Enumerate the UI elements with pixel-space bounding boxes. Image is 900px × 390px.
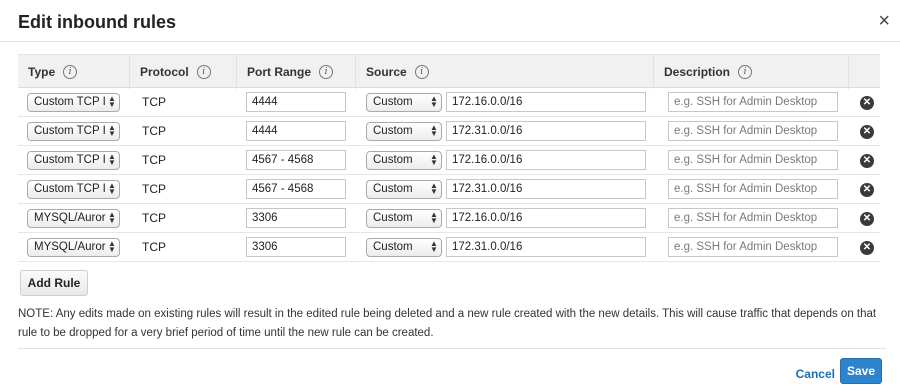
type-select-value: MYSQL/Auror bbox=[34, 241, 106, 253]
port-range-input[interactable]: 4567 - 4568 bbox=[246, 179, 346, 199]
type-select[interactable]: Custom TCP I ▲ ▼ bbox=[27, 151, 120, 170]
info-circle-icon[interactable]: i bbox=[319, 65, 334, 79]
source-type-select-value: Custom bbox=[373, 183, 413, 195]
info-circle-icon[interactable]: i bbox=[63, 65, 78, 79]
select-arrows-icon: ▲ ▼ bbox=[430, 239, 438, 254]
port-range-input[interactable]: 3306 bbox=[246, 237, 346, 257]
description-input[interactable]: e.g. SSH for Admin Desktop bbox=[668, 208, 838, 228]
info-circle-icon[interactable]: i bbox=[738, 65, 753, 79]
edit-warning-note: NOTE: Any edits made on existing rules w… bbox=[18, 308, 877, 339]
rule-row: Custom TCP I ▲ ▼ TCP 4444 Custom ▲ ▼ 172.31.0.0/… bbox=[18, 117, 880, 146]
modal-header: Edit inbound rules × bbox=[0, 0, 900, 42]
select-arrows-icon: ▲ ▼ bbox=[108, 123, 116, 138]
type-select[interactable]: Custom TCP I ▲ ▼ bbox=[27, 180, 120, 199]
source-type-select[interactable]: Custom ▲ ▼ bbox=[366, 93, 442, 112]
port-range-input[interactable]: 4567 - 4568 bbox=[246, 150, 346, 170]
column-header-port-range: Port Range i bbox=[236, 55, 355, 89]
type-select-value: MYSQL/Auror bbox=[34, 212, 106, 224]
port-range-input[interactable]: 3306 bbox=[246, 208, 346, 228]
select-arrows-icon: ▲ ▼ bbox=[430, 210, 438, 225]
description-input[interactable]: e.g. SSH for Admin Desktop bbox=[668, 121, 838, 141]
modal-title: Edit inbound rules bbox=[18, 12, 176, 32]
type-select[interactable]: Custom TCP I ▲ ▼ bbox=[27, 93, 120, 112]
save-button[interactable]: Save bbox=[840, 358, 882, 384]
type-select[interactable]: MYSQL/Auror ▲ ▼ bbox=[27, 238, 120, 257]
select-arrows-icon: ▲ ▼ bbox=[430, 94, 438, 109]
column-header-label: Source bbox=[366, 65, 407, 79]
source-type-select-value: Custom bbox=[373, 125, 413, 137]
column-header-label: Port Range bbox=[247, 65, 312, 79]
footer-divider bbox=[18, 348, 886, 349]
info-circle-icon[interactable]: i bbox=[414, 65, 429, 79]
source-type-select-value: Custom bbox=[373, 154, 413, 166]
remove-circle-icon[interactable]: ✕ bbox=[860, 241, 874, 255]
rule-row: Custom TCP I ▲ ▼ TCP 4567 - 4568 Custom ▲ ▼ 172.… bbox=[18, 146, 880, 175]
protocol-value: TCP bbox=[142, 153, 166, 167]
source-type-select[interactable]: Custom ▲ ▼ bbox=[366, 209, 442, 228]
rule-row: Custom TCP I ▲ ▼ TCP 4444 Custom ▲ ▼ 172.16.0.0/… bbox=[18, 88, 880, 117]
column-header-protocol: Protocol i bbox=[129, 55, 236, 89]
protocol-value: TCP bbox=[142, 124, 166, 138]
remove-circle-icon[interactable]: ✕ bbox=[860, 96, 874, 110]
select-arrows-icon: ▲ ▼ bbox=[108, 152, 116, 167]
source-type-select-value: Custom bbox=[373, 96, 413, 108]
source-cidr-input[interactable]: 172.16.0.0/16 bbox=[446, 150, 646, 170]
source-cidr-input[interactable]: 172.31.0.0/16 bbox=[446, 179, 646, 199]
source-type-select[interactable]: Custom ▲ ▼ bbox=[366, 122, 442, 141]
column-header-type: Type i bbox=[18, 55, 129, 89]
table-header: Type i Protocol i Port Range i Source i … bbox=[18, 54, 880, 89]
column-header-label: Protocol bbox=[140, 65, 189, 79]
column-header-description: Description i bbox=[653, 55, 848, 89]
remove-circle-icon[interactable]: ✕ bbox=[860, 183, 874, 197]
info-circle-icon[interactable]: i bbox=[196, 65, 211, 79]
description-input[interactable]: e.g. SSH for Admin Desktop bbox=[668, 92, 838, 112]
source-type-select[interactable]: Custom ▲ ▼ bbox=[366, 238, 442, 257]
remove-circle-icon[interactable]: ✕ bbox=[860, 212, 874, 226]
cancel-button[interactable]: Cancel bbox=[796, 367, 835, 381]
description-input[interactable]: e.g. SSH for Admin Desktop bbox=[668, 237, 838, 257]
remove-circle-icon[interactable]: ✕ bbox=[860, 125, 874, 139]
description-input[interactable]: e.g. SSH for Admin Desktop bbox=[668, 150, 838, 170]
type-select-value: Custom TCP I bbox=[34, 96, 106, 108]
rule-row: Custom TCP I ▲ ▼ TCP 4567 - 4568 Custom ▲ ▼ 172.… bbox=[18, 175, 880, 204]
protocol-value: TCP bbox=[142, 240, 166, 254]
column-header-label: Type bbox=[28, 65, 56, 79]
select-arrows-icon: ▲ ▼ bbox=[108, 94, 116, 109]
type-select[interactable]: Custom TCP I ▲ ▼ bbox=[27, 122, 120, 141]
description-input[interactable]: e.g. SSH for Admin Desktop bbox=[668, 179, 838, 199]
add-rule-button[interactable]: Add Rule bbox=[20, 270, 88, 296]
type-select-value: Custom TCP I bbox=[34, 125, 106, 137]
port-range-input[interactable]: 4444 bbox=[246, 121, 346, 141]
column-header-source: Source i bbox=[355, 55, 653, 89]
type-select-value: Custom TCP I bbox=[34, 183, 106, 195]
column-header-actions bbox=[848, 55, 880, 89]
close-icon[interactable]: × bbox=[878, 11, 890, 31]
type-select-value: Custom TCP I bbox=[34, 154, 106, 166]
source-cidr-input[interactable]: 172.31.0.0/16 bbox=[446, 237, 646, 257]
select-arrows-icon: ▲ ▼ bbox=[430, 152, 438, 167]
select-arrows-icon: ▲ ▼ bbox=[108, 210, 116, 225]
select-arrows-icon: ▲ ▼ bbox=[108, 181, 116, 196]
rule-row: MYSQL/Auror ▲ ▼ TCP 3306 Custom ▲ ▼ 172.16.0.0/1… bbox=[18, 204, 880, 233]
port-range-input[interactable]: 4444 bbox=[246, 92, 346, 112]
source-type-select-value: Custom bbox=[373, 241, 413, 253]
source-type-select[interactable]: Custom ▲ ▼ bbox=[366, 151, 442, 170]
protocol-value: TCP bbox=[142, 95, 166, 109]
protocol-value: TCP bbox=[142, 211, 166, 225]
source-cidr-input[interactable]: 172.16.0.0/16 bbox=[446, 92, 646, 112]
type-select[interactable]: MYSQL/Auror ▲ ▼ bbox=[27, 209, 120, 228]
source-cidr-input[interactable]: 172.16.0.0/16 bbox=[446, 208, 646, 228]
remove-circle-icon[interactable]: ✕ bbox=[860, 154, 874, 168]
select-arrows-icon: ▲ ▼ bbox=[430, 123, 438, 138]
rule-row: MYSQL/Auror ▲ ▼ TCP 3306 Custom ▲ ▼ 172.31.0.0/1… bbox=[18, 233, 880, 262]
column-header-label: Description bbox=[664, 65, 731, 79]
source-cidr-input[interactable]: 172.31.0.0/16 bbox=[446, 121, 646, 141]
rules-table: Type i Protocol i Port Range i Source i … bbox=[18, 54, 880, 262]
select-arrows-icon: ▲ ▼ bbox=[108, 239, 116, 254]
source-type-select[interactable]: Custom ▲ ▼ bbox=[366, 180, 442, 199]
source-type-select-value: Custom bbox=[373, 212, 413, 224]
select-arrows-icon: ▲ ▼ bbox=[430, 181, 438, 196]
protocol-value: TCP bbox=[142, 182, 166, 196]
